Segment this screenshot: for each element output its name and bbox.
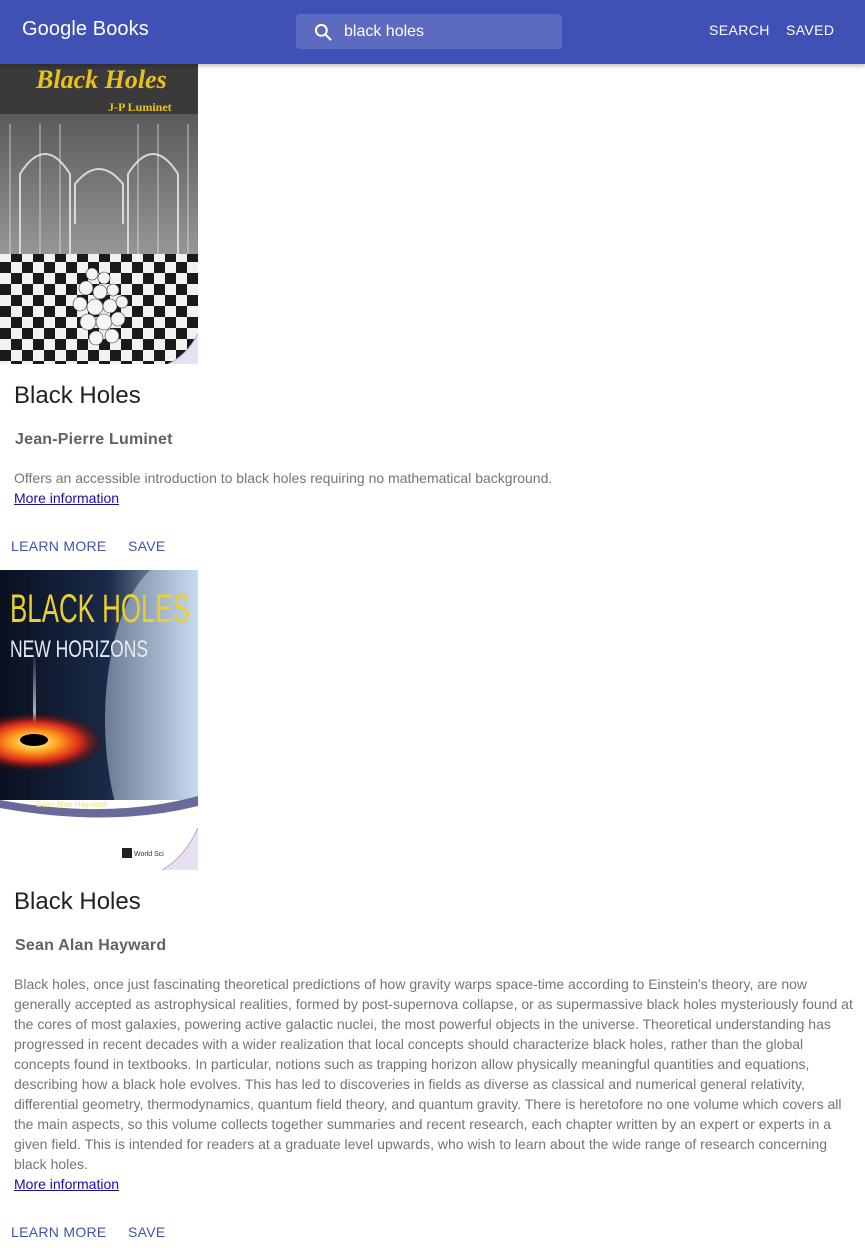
save-button[interactable]: SAVE xyxy=(128,538,166,554)
more-information-link[interactable]: More information xyxy=(14,1176,119,1192)
saved-button[interactable]: SAVED xyxy=(786,22,834,38)
book-title: Black Holes xyxy=(14,382,141,409)
learn-more-button[interactable]: LEARN MORE xyxy=(11,538,107,554)
app-title[interactable]: Google Books xyxy=(22,18,149,41)
book-card: Black Holes J-P Luminet Black Holes Jean… xyxy=(0,64,865,571)
learn-more-button[interactable]: LEARN MORE xyxy=(11,1224,107,1240)
cover-subtitle-text: NEW HORIZONS xyxy=(10,636,148,663)
cover-title-text: BLACK HOLES xyxy=(10,587,190,631)
search-box[interactable] xyxy=(296,14,562,49)
book-cover-art: BLACK HOLES NEW HORIZONS Sean Alan Haywa… xyxy=(0,570,198,870)
search-input[interactable] xyxy=(344,14,554,49)
book-cover-image[interactable]: BLACK HOLES NEW HORIZONS Sean Alan Haywa… xyxy=(0,570,198,870)
cover-author-text: Sean Alan Hayward xyxy=(36,800,106,809)
book-cover-image[interactable]: Black Holes J-P Luminet xyxy=(0,64,198,364)
search-button[interactable]: SEARCH xyxy=(709,22,770,38)
book-author: Sean Alan Hayward xyxy=(15,937,167,954)
book-description: Offers an accessible introduction to bla… xyxy=(14,470,553,486)
save-button[interactable]: SAVE xyxy=(128,1224,166,1240)
cover-publisher-text: World Sci xyxy=(134,851,164,858)
app-bar: Google Books SEARCH SAVED xyxy=(0,0,865,64)
cover-title-text: Black Holes xyxy=(35,65,167,94)
book-cover-art: Black Holes J-P Luminet xyxy=(0,64,198,364)
book-author: Jean-Pierre Luminet xyxy=(15,431,173,448)
cover-author-text: J-P Luminet xyxy=(108,100,172,114)
book-title: Black Holes xyxy=(14,888,141,915)
publisher-logo-icon xyxy=(122,848,132,858)
search-icon[interactable] xyxy=(313,22,333,42)
more-information-link[interactable]: More information xyxy=(14,490,119,506)
book-description: Black holes, once just fascinating theor… xyxy=(14,976,853,1172)
book-card: BLACK HOLES NEW HORIZONS Sean Alan Haywa… xyxy=(0,570,865,1248)
